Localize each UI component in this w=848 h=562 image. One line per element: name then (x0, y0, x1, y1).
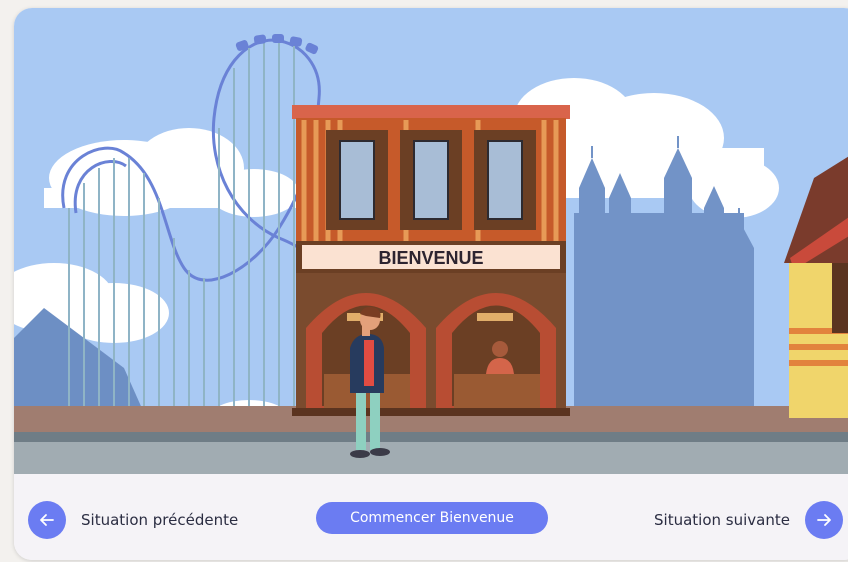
scene-illustration: BIENVENUE (14, 8, 848, 478)
curb (14, 432, 848, 442)
street (14, 442, 848, 478)
welcome-sign: BIENVENUE (378, 248, 483, 268)
arrow-left-icon (28, 501, 66, 539)
ticket-building: BIENVENUE (292, 105, 570, 416)
next-situation-button[interactable]: Situation suivante (654, 501, 843, 539)
situation-card: BIENVENUE Situation précédente Commencer… (14, 8, 848, 560)
situation-navigation: Situation précédente Commencer Bienvenue… (14, 474, 848, 560)
previous-situation-label: Situation précédente (81, 511, 239, 529)
start-situation-button[interactable]: Commencer Bienvenue (316, 502, 548, 534)
arrow-right-icon (804, 501, 843, 539)
next-situation-label: Situation suivante (654, 511, 790, 529)
previous-situation-button[interactable]: Situation précédente (28, 501, 238, 539)
